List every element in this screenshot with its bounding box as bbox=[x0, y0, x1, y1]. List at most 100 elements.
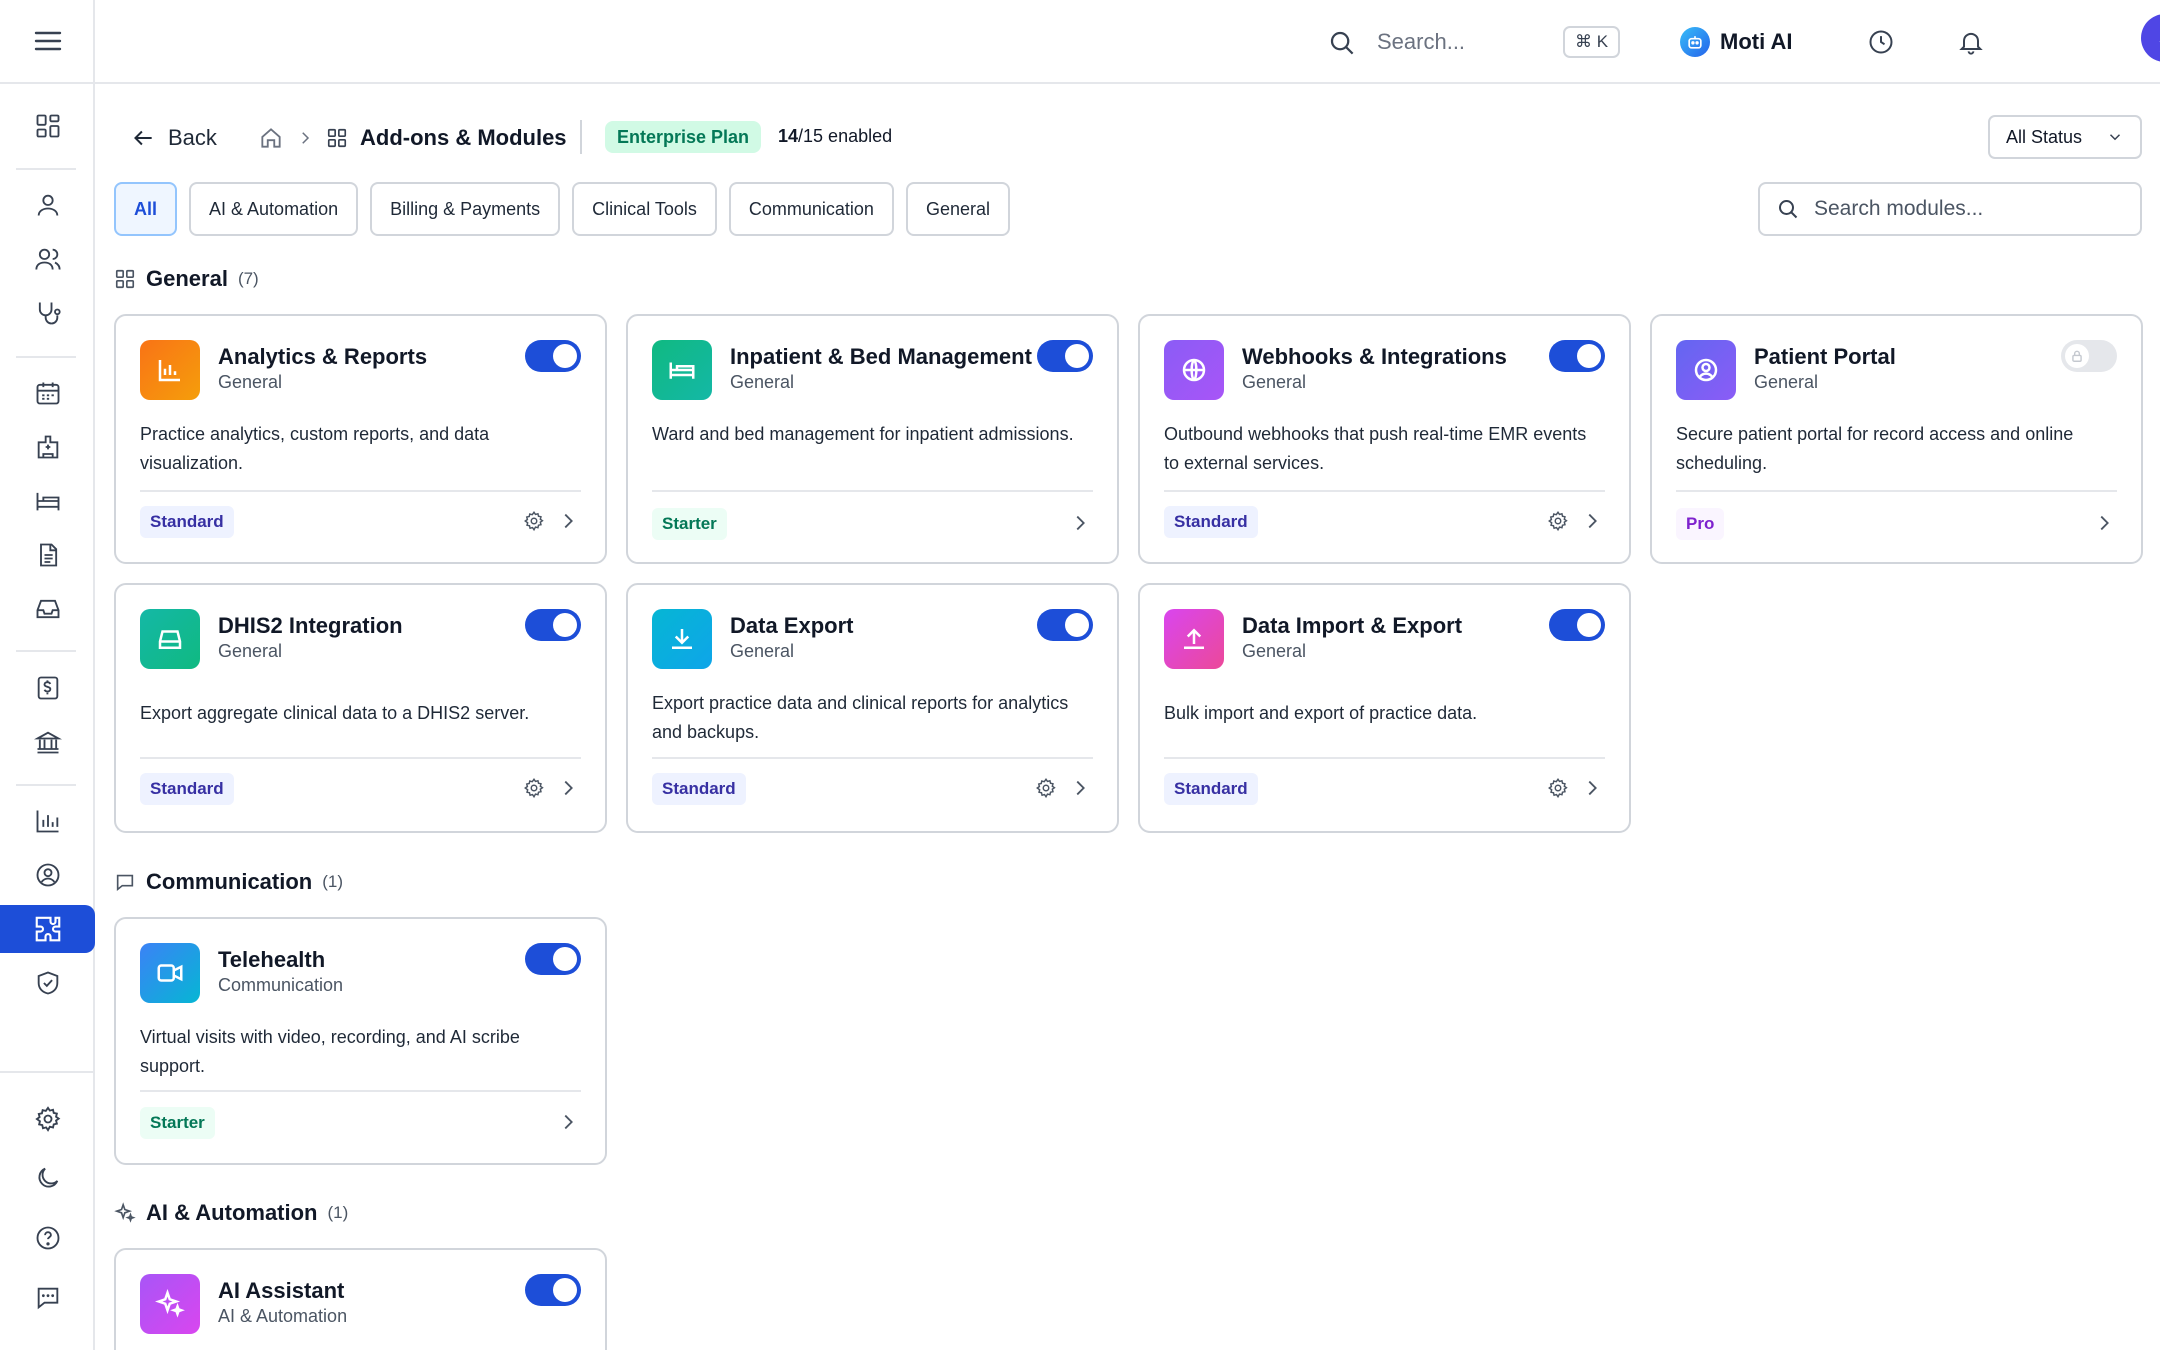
module-card[interactable]: Inpatient & Bed Management General Ward … bbox=[626, 314, 1119, 564]
module-open-button[interactable] bbox=[1069, 512, 1091, 534]
sidebar-item-settings[interactable] bbox=[0, 1095, 95, 1143]
sidebar-item-help[interactable] bbox=[0, 1214, 95, 1262]
module-card[interactable]: Telehealth Communication Virtual visits … bbox=[114, 917, 607, 1165]
tier-badge: Standard bbox=[140, 506, 234, 538]
history-button[interactable] bbox=[1867, 28, 1895, 56]
ai-assistant-label: Moti AI bbox=[1720, 29, 1793, 54]
module-toggle[interactable] bbox=[1549, 340, 1605, 372]
module-toggle[interactable] bbox=[1037, 609, 1093, 641]
back-button[interactable]: Back bbox=[130, 122, 217, 154]
sidebar-item-beds[interactable] bbox=[0, 477, 95, 525]
module-toggle[interactable] bbox=[1037, 340, 1093, 372]
sidebar-item-addons[interactable] bbox=[0, 905, 95, 953]
module-search-input[interactable] bbox=[1814, 197, 2114, 221]
module-settings-button[interactable] bbox=[1035, 777, 1057, 799]
sidebar-item-inbox[interactable] bbox=[0, 585, 95, 633]
bed-icon bbox=[36, 492, 59, 511]
sidebar-divider bbox=[16, 168, 76, 170]
module-open-button[interactable] bbox=[2093, 512, 2115, 534]
sidebar-item-facility[interactable] bbox=[0, 423, 95, 471]
module-open-button[interactable] bbox=[1581, 777, 1603, 799]
module-open-button[interactable] bbox=[1581, 510, 1603, 532]
grid-icon bbox=[115, 269, 135, 289]
card-divider bbox=[652, 757, 1093, 759]
sidebar-item-account[interactable] bbox=[0, 851, 95, 899]
sidebar-item-theme[interactable] bbox=[0, 1154, 95, 1202]
module-settings-button[interactable] bbox=[1547, 510, 1569, 532]
breadcrumb: Add-ons & Modules bbox=[258, 122, 567, 154]
module-card[interactable]: AI Assistant AI & Automation bbox=[114, 1248, 607, 1350]
arrow-left-icon bbox=[134, 130, 152, 146]
header-divider bbox=[580, 120, 582, 154]
sidebar-item-patient[interactable] bbox=[0, 181, 95, 229]
section-header-general: General (7) bbox=[114, 266, 259, 292]
tab-general[interactable]: General bbox=[905, 182, 1010, 236]
avatar[interactable]: A bbox=[2141, 14, 2160, 62]
module-card[interactable]: DHIS2 Integration General Export aggrega… bbox=[114, 583, 607, 833]
module-name: DHIS2 Integration bbox=[218, 613, 403, 638]
document-icon bbox=[39, 543, 57, 567]
tab-communication[interactable]: Communication bbox=[728, 182, 894, 236]
chevron-right-icon bbox=[1076, 780, 1085, 796]
module-card[interactable]: Patient Portal General Secure patient po… bbox=[1650, 314, 2143, 564]
module-toggle[interactable] bbox=[525, 943, 581, 975]
module-open-button[interactable] bbox=[557, 1111, 579, 1133]
module-settings-button[interactable] bbox=[523, 510, 545, 532]
sidebar-item-finance[interactable] bbox=[0, 718, 95, 766]
module-name: Inpatient & Bed Management bbox=[730, 344, 1032, 369]
sidebar-item-feedback[interactable] bbox=[0, 1274, 95, 1322]
back-label: Back bbox=[168, 125, 217, 150]
breadcrumb-home[interactable] bbox=[258, 125, 284, 151]
home-icon bbox=[261, 128, 281, 148]
enabled-count-value: 14 bbox=[778, 126, 799, 146]
robot-icon bbox=[1680, 27, 1710, 57]
sidebar-item-patients[interactable] bbox=[0, 235, 95, 283]
inbox-icon bbox=[36, 599, 59, 619]
tab-billing-payments[interactable]: Billing & Payments bbox=[370, 182, 561, 236]
gear-icon bbox=[1548, 511, 1568, 532]
status-filter-select[interactable]: All Status bbox=[1988, 115, 2142, 159]
module-toggle[interactable] bbox=[525, 609, 581, 641]
module-open-button[interactable] bbox=[557, 510, 579, 532]
module-card[interactable]: Data Export General Export practice data… bbox=[626, 583, 1119, 833]
upload-icon bbox=[1164, 609, 1224, 669]
module-open-button[interactable] bbox=[1069, 777, 1091, 799]
tab-all[interactable]: All bbox=[114, 182, 178, 236]
sidebar-item-calendar[interactable] bbox=[0, 369, 95, 417]
module-open-button[interactable] bbox=[557, 777, 579, 799]
module-category: General bbox=[1242, 641, 1307, 661]
module-toggle[interactable] bbox=[525, 1274, 581, 1306]
menu-toggle-button[interactable] bbox=[0, 0, 95, 84]
module-settings-button[interactable] bbox=[1547, 777, 1569, 799]
module-toggle[interactable] bbox=[525, 340, 581, 372]
gear-icon bbox=[524, 778, 544, 799]
user-circle-icon bbox=[1676, 340, 1736, 400]
tier-badge: Starter bbox=[140, 1107, 215, 1139]
global-search-input[interactable]: Search... bbox=[1377, 29, 1465, 55]
module-card[interactable]: Webhooks & Integrations General Outbound… bbox=[1138, 314, 1631, 564]
tab-ai-automation[interactable]: AI & Automation bbox=[189, 182, 359, 236]
users-icon bbox=[34, 248, 61, 270]
sidebar-item-billing[interactable] bbox=[0, 664, 95, 712]
module-card[interactable]: Data Import & Export General Bulk import… bbox=[1138, 583, 1631, 833]
page-title: Add-ons & Modules bbox=[360, 125, 567, 150]
tab-clinical-tools[interactable]: Clinical Tools bbox=[572, 182, 717, 236]
sidebar-item-dashboard[interactable] bbox=[0, 102, 95, 150]
sidebar-item-clinical[interactable] bbox=[0, 289, 95, 337]
sidebar-item-security[interactable] bbox=[0, 959, 95, 1007]
ai-assistant-button[interactable]: Moti AI bbox=[1680, 22, 1793, 62]
module-card[interactable]: Analytics & Reports General Practice ana… bbox=[114, 314, 607, 564]
bar-chart-icon bbox=[140, 340, 200, 400]
sidebar-item-documents[interactable] bbox=[0, 531, 95, 579]
sidebar-item-reports[interactable] bbox=[0, 797, 95, 845]
module-toggle[interactable] bbox=[2061, 340, 2117, 372]
chevron-right-icon bbox=[302, 132, 310, 144]
chevron-right-icon bbox=[564, 513, 573, 529]
module-description: Secure patient portal for record access … bbox=[1676, 424, 2074, 473]
global-search-button[interactable] bbox=[1327, 28, 1357, 58]
module-name: Data Export bbox=[730, 613, 854, 638]
notifications-button[interactable] bbox=[1957, 28, 1985, 56]
module-settings-button[interactable] bbox=[523, 777, 545, 799]
module-toggle[interactable] bbox=[1549, 609, 1605, 641]
module-description: Ward and bed management for inpatient ad… bbox=[652, 424, 1074, 444]
